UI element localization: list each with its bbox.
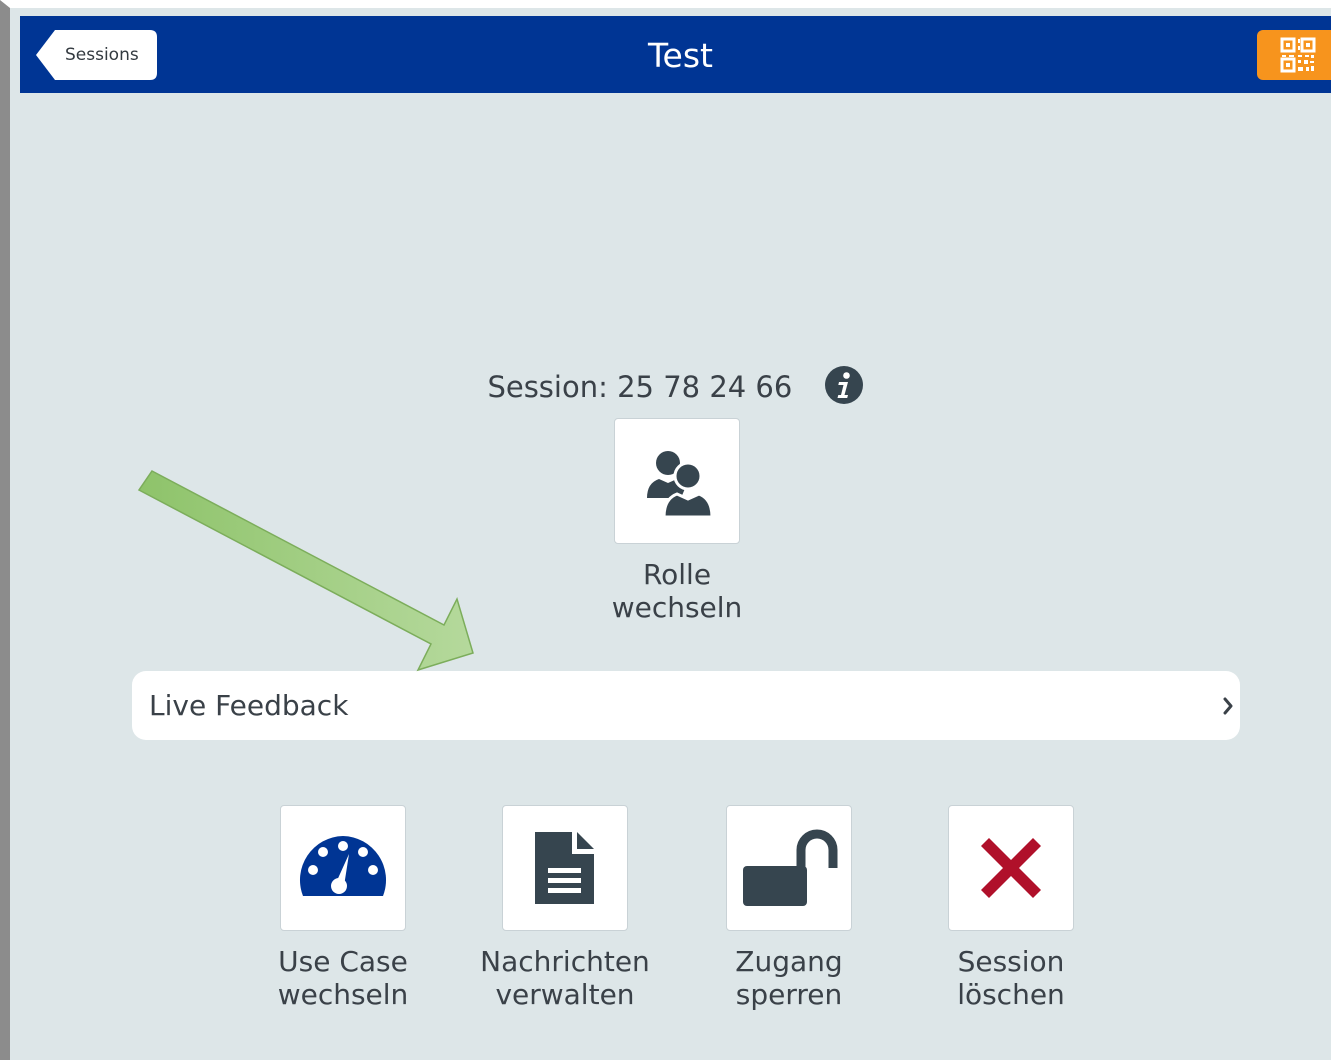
lock-access-button[interactable] xyxy=(726,805,852,931)
session-id-line: Session: 25 78 24 66 xyxy=(10,360,1331,410)
switch-use-case-tile[interactable]: Use Case wechseln xyxy=(278,805,408,1011)
session-id-text: Session: 25 78 24 66 xyxy=(487,370,793,404)
lock-access-label: Zugang sperren xyxy=(735,945,843,1011)
live-feedback-label: Live Feedback xyxy=(149,689,349,722)
chevron-right-icon xyxy=(1223,697,1233,715)
manage-messages-tile[interactable]: Nachrichten verwalten xyxy=(480,805,650,1011)
app-window: Sessions Test Session: 25 78 24 66 Rolle… xyxy=(0,0,1331,1060)
switch-use-case-label: Use Case wechseln xyxy=(277,945,409,1011)
delete-x-icon xyxy=(981,838,1041,898)
users-icon xyxy=(647,451,714,519)
manage-messages-label: Nachrichten verwalten xyxy=(480,945,650,1011)
qr-code-button[interactable] xyxy=(1257,30,1331,80)
live-feedback-row[interactable]: Live Feedback xyxy=(132,671,1240,740)
manage-messages-button[interactable] xyxy=(502,805,628,931)
page-title: Test xyxy=(648,36,713,75)
switch-role-tile[interactable]: Rolle wechseln xyxy=(612,418,742,624)
unlocked-padlock-icon xyxy=(743,829,838,906)
lock-access-tile[interactable]: Zugang sperren xyxy=(726,805,852,1011)
header-bar: Sessions Test xyxy=(20,16,1331,93)
dashboard-gauge-icon xyxy=(299,836,387,896)
delete-session-button[interactable] xyxy=(948,805,1074,931)
delete-session-label: Session löschen xyxy=(957,945,1065,1011)
delete-session-tile[interactable]: Session löschen xyxy=(948,805,1074,1011)
switch-role-label: Rolle wechseln xyxy=(611,558,743,624)
switch-use-case-button[interactable] xyxy=(280,805,406,931)
document-icon xyxy=(535,832,594,904)
qr-code-icon xyxy=(1280,37,1316,73)
switch-role-button[interactable] xyxy=(614,418,740,544)
info-icon[interactable] xyxy=(824,365,864,405)
